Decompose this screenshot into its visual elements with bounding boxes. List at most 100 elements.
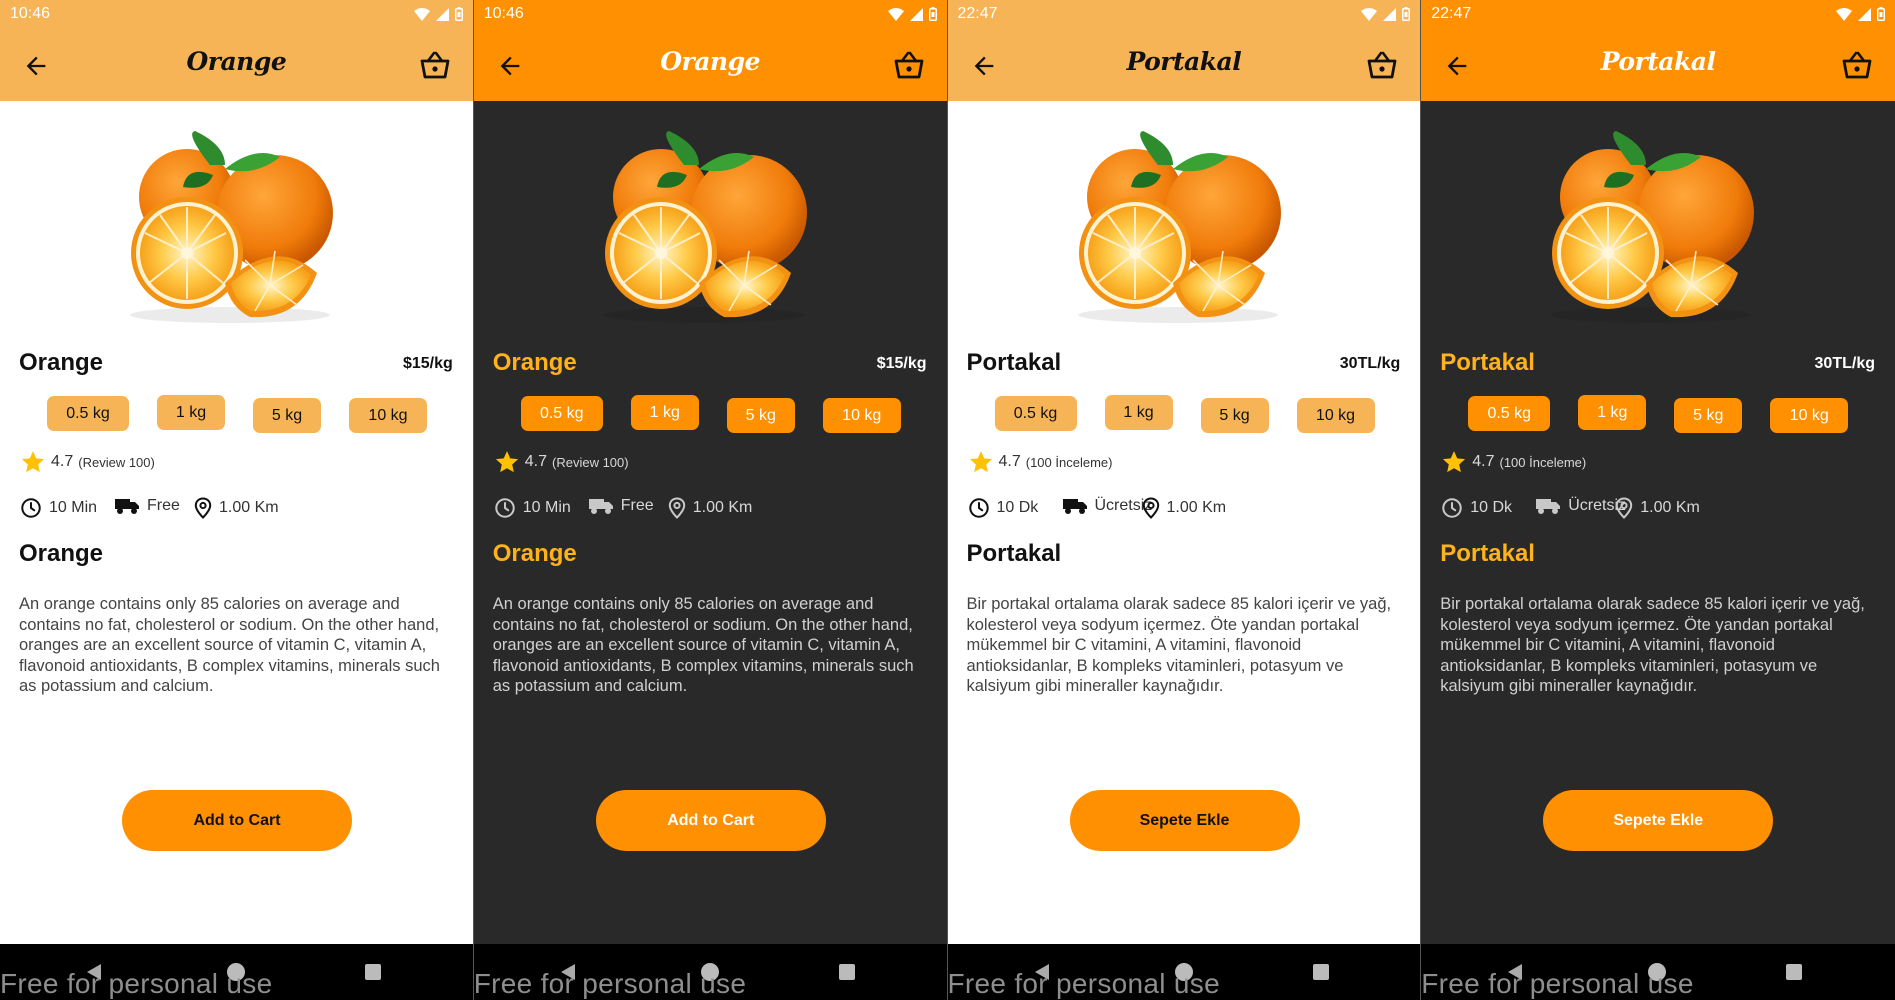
delivery-time-text: 10 Dk [996, 499, 1039, 516]
product-name: Orange [19, 349, 104, 376]
status-bar: 10:46 [0, 0, 473, 28]
description-heading: Orange [492, 540, 577, 567]
delivery-time: 10 Dk [968, 497, 1039, 519]
delivery-fee: Ücretsiz [1062, 497, 1152, 515]
basket-icon[interactable] [893, 50, 925, 80]
nav-recents-icon[interactable] [365, 964, 381, 980]
location-pin-icon [194, 497, 212, 519]
truck-icon [1536, 499, 1561, 514]
weight-option-1kg[interactable]: 1 kg [157, 395, 225, 430]
add-to-cart-button[interactable]: Sepete Ekle [1543, 790, 1774, 851]
nav-recents-icon[interactable] [838, 964, 855, 980]
distance-text: 1.00 Km [219, 499, 279, 516]
weight-option-5kg[interactable]: 5 kg [253, 398, 321, 433]
signal-icon [435, 7, 449, 21]
weight-option-10kg[interactable]: 10 kg [822, 398, 901, 433]
page-title: Portakal [1600, 47, 1716, 76]
rating: 4.7 (100 İnceleme) [968, 449, 1112, 475]
weight-option-0-5kg[interactable]: 0.5 kg [47, 396, 129, 431]
clock-icon [21, 498, 41, 518]
product-description: Bir portakal ortalama olarak sadece 85 k… [1440, 595, 1865, 695]
rating-value: 4.7 [998, 453, 1021, 470]
rating: 4.7 (100 İnceleme) [1441, 449, 1586, 475]
add-to-cart-button[interactable]: Add to Cart [595, 790, 826, 851]
app-bar: 10:46 Orange [0, 0, 473, 101]
status-time: 10:46 [483, 5, 524, 22]
page-title: Orange [660, 47, 760, 76]
android-nav-bar: Free for personal use [1421, 944, 1895, 1000]
delivery-time-text: 10 Min [49, 499, 98, 516]
rating-value: 4.7 [524, 453, 547, 470]
delivery-time: 10 Min [20, 497, 97, 519]
clock-icon [968, 498, 989, 518]
distance: 1.00 Km [668, 497, 753, 519]
weight-option-1kg[interactable]: 1 kg [1578, 395, 1647, 430]
delivery-fee: Ücretsiz [1535, 497, 1626, 515]
distance-text: 1.00 Km [692, 499, 753, 516]
location-pin-icon [1142, 497, 1159, 519]
product-name: Portakal [966, 349, 1062, 376]
distance: 1.00 Km [194, 497, 279, 519]
add-to-cart-button[interactable]: Add to Cart [122, 790, 352, 851]
clock-icon [495, 498, 515, 518]
app-bar: 10:46 Orange [473, 0, 947, 101]
delivery-fee: Free [114, 497, 180, 515]
delivery-time: 10 Min [494, 497, 571, 519]
weight-option-10kg[interactable]: 10 kg [1296, 398, 1375, 433]
weight-option-10kg[interactable]: 10 kg [349, 398, 427, 433]
weight-option-10kg[interactable]: 10 kg [1770, 398, 1849, 433]
nav-recents-icon[interactable] [1786, 964, 1803, 980]
orange-fruit-image [1077, 131, 1281, 323]
location-pin-icon [1616, 497, 1633, 519]
product-price: 30TL/kg [1339, 355, 1401, 372]
weight-option-1kg[interactable]: 1 kg [630, 395, 699, 430]
status-time: 22:47 [957, 5, 998, 22]
distance: 1.00 Km [1615, 497, 1700, 519]
battery-icon [1877, 7, 1885, 21]
status-icons [1836, 7, 1885, 21]
weight-option-1kg[interactable]: 1 kg [1104, 395, 1173, 430]
page-title: Orange [186, 47, 287, 76]
delivery-fee-text: Free [147, 497, 180, 514]
basket-icon[interactable] [1841, 50, 1873, 80]
battery-icon [928, 7, 937, 21]
add-to-cart-button[interactable]: Sepete Ekle [1069, 790, 1300, 851]
star-icon [969, 451, 992, 473]
star-icon [21, 451, 45, 473]
wifi-icon [413, 7, 430, 21]
weight-option-5kg[interactable]: 5 kg [1674, 398, 1743, 433]
basket-icon[interactable] [419, 50, 451, 80]
watermark-text: Free for personal use [473, 968, 747, 999]
orange-fruit-image [1551, 131, 1755, 323]
weight-option-5kg[interactable]: 5 kg [726, 398, 795, 433]
nav-recents-icon[interactable] [1312, 964, 1329, 980]
delivery-time-text: 10 Dk [1470, 499, 1513, 516]
signal-icon [1383, 7, 1397, 21]
weight-option-0-5kg[interactable]: 0.5 kg [1468, 396, 1551, 431]
rating: 4.7 (Review 100) [20, 449, 155, 475]
wifi-icon [1361, 7, 1378, 21]
status-bar: 22:47 [1421, 0, 1895, 28]
product-description: An orange contains only 85 calories on a… [492, 595, 914, 695]
weight-option-0-5kg[interactable]: 0.5 kg [994, 396, 1077, 431]
truck-icon [588, 499, 613, 514]
android-nav-bar: Free for personal use [473, 944, 947, 1000]
orange-fruit-image [130, 131, 333, 323]
status-bar: 10:46 [474, 0, 947, 28]
app-bar: 22:47 Portakal [1421, 0, 1895, 101]
android-nav-bar: Free for personal use [0, 944, 473, 1000]
weight-option-0-5kg[interactable]: 0.5 kg [520, 396, 603, 431]
delivery-time: 10 Dk [1441, 497, 1512, 519]
truck-icon [115, 499, 139, 514]
wifi-icon [887, 7, 904, 21]
truck-icon [1062, 499, 1087, 514]
rating-value: 4.7 [1472, 453, 1495, 470]
basket-icon[interactable] [1366, 50, 1398, 80]
signal-icon [1858, 7, 1871, 21]
product-price: 30TL/kg [1814, 355, 1875, 372]
watermark-text: Free for personal use [1421, 968, 1694, 999]
description-heading: Portakal [966, 540, 1062, 567]
star-icon [1443, 451, 1466, 473]
description-heading: Orange [19, 540, 104, 567]
weight-option-5kg[interactable]: 5 kg [1200, 398, 1269, 433]
